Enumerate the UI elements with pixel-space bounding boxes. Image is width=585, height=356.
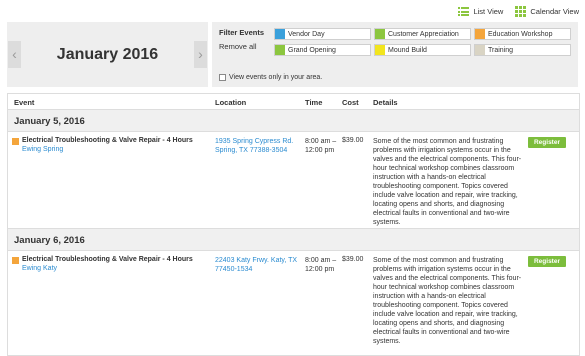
table-header: Event Location Time Cost Details [8,93,579,110]
date-group-header: January 5, 2016 [8,110,579,132]
list-view-link[interactable]: List View [458,7,503,16]
register-button[interactable]: Register [528,256,566,267]
date-label: January 6, 2016 [14,235,85,246]
event-details: Some of the most common and frustrating … [373,138,522,226]
event-details: Some of the most common and frustrating … [373,257,522,345]
category-swatch [12,138,19,145]
month-title: January 2016 [56,46,159,63]
event-title-link[interactable]: Electrical Troubleshooting & Valve Repai… [22,137,212,144]
area-filter-label: View events only in your area. [229,74,323,81]
next-month-button[interactable]: › [194,41,207,68]
event-time: 8:00 am – 12:00 pm [305,138,337,154]
area-filter: View events only in your area. [219,74,322,81]
category-swatch [375,45,385,55]
filter-chip-education-workshop[interactable]: Education Workshop [474,28,571,40]
event-row: Electrical Troubleshooting & Valve Repai… [8,251,579,356]
list-view-label: List View [473,7,504,16]
category-swatch [375,29,385,39]
filter-heading: Filter Events [219,28,265,37]
category-swatch [475,45,485,55]
filter-chip-vendor-day[interactable]: Vendor Day [274,28,371,40]
event-cost: $39.00 [342,137,364,144]
register-button[interactable]: Register [528,137,566,148]
category-swatch [275,45,285,55]
list-icon [458,7,470,16]
events-table: Event Location Time Cost Details January… [7,93,580,356]
filter-chip-grand-opening[interactable]: Grand Opening [274,44,371,56]
column-header-time: Time [305,98,323,107]
filter-chip-label: Training [488,46,514,54]
filter-chip-mound-build[interactable]: Mound Build [374,44,471,56]
event-venue-link[interactable]: Ewing Katy [22,265,57,272]
event-row: Electrical Troubleshooting & Valve Repai… [8,132,579,229]
filter-chip-label: Grand Opening [288,46,336,54]
event-title-link[interactable]: Electrical Troubleshooting & Valve Repai… [22,256,212,263]
calendar-view-link[interactable]: Calendar View [515,6,579,17]
event-location-link[interactable]: 1935 Spring Cypress Rd. Spring, TX 77388… [215,137,301,155]
area-filter-checkbox[interactable] [219,74,226,81]
category-swatch [475,29,485,39]
column-header-cost: Cost [342,98,359,107]
filter-chip-label: Mound Build [388,46,427,54]
date-label: January 5, 2016 [14,116,85,127]
date-group-header: January 6, 2016 [8,229,579,251]
filter-chip-label: Education Workshop [488,30,553,38]
calendar-view-label: Calendar View [530,7,579,16]
event-venue-link[interactable]: Ewing Spring [22,146,63,153]
filter-chip-label: Vendor Day [288,30,325,38]
calendar-grid-icon [515,6,527,17]
category-swatch [275,29,285,39]
filter-chip-label: Customer Appreciation [388,30,459,38]
column-header-event: Event [14,98,35,107]
column-header-location: Location [215,98,247,107]
event-time: 8:00 am – 12:00 pm [305,257,337,273]
remove-all-link[interactable]: Remove all [219,42,257,51]
event-location-link[interactable]: 22403 Katy Frwy. Katy, TX 77450-1534 [215,256,301,274]
column-header-details: Details [373,98,398,107]
category-swatch [12,257,19,264]
month-navigator: ‹ January 2016 › [7,22,208,87]
event-cost: $39.00 [342,256,364,263]
view-switcher: List View Calendar View [458,6,579,17]
filter-chip-customer-appreciation[interactable]: Customer Appreciation [374,28,471,40]
filter-chip-training[interactable]: Training [474,44,571,56]
filter-panel: Filter Events Remove all Vendor Day Cust… [212,22,578,87]
